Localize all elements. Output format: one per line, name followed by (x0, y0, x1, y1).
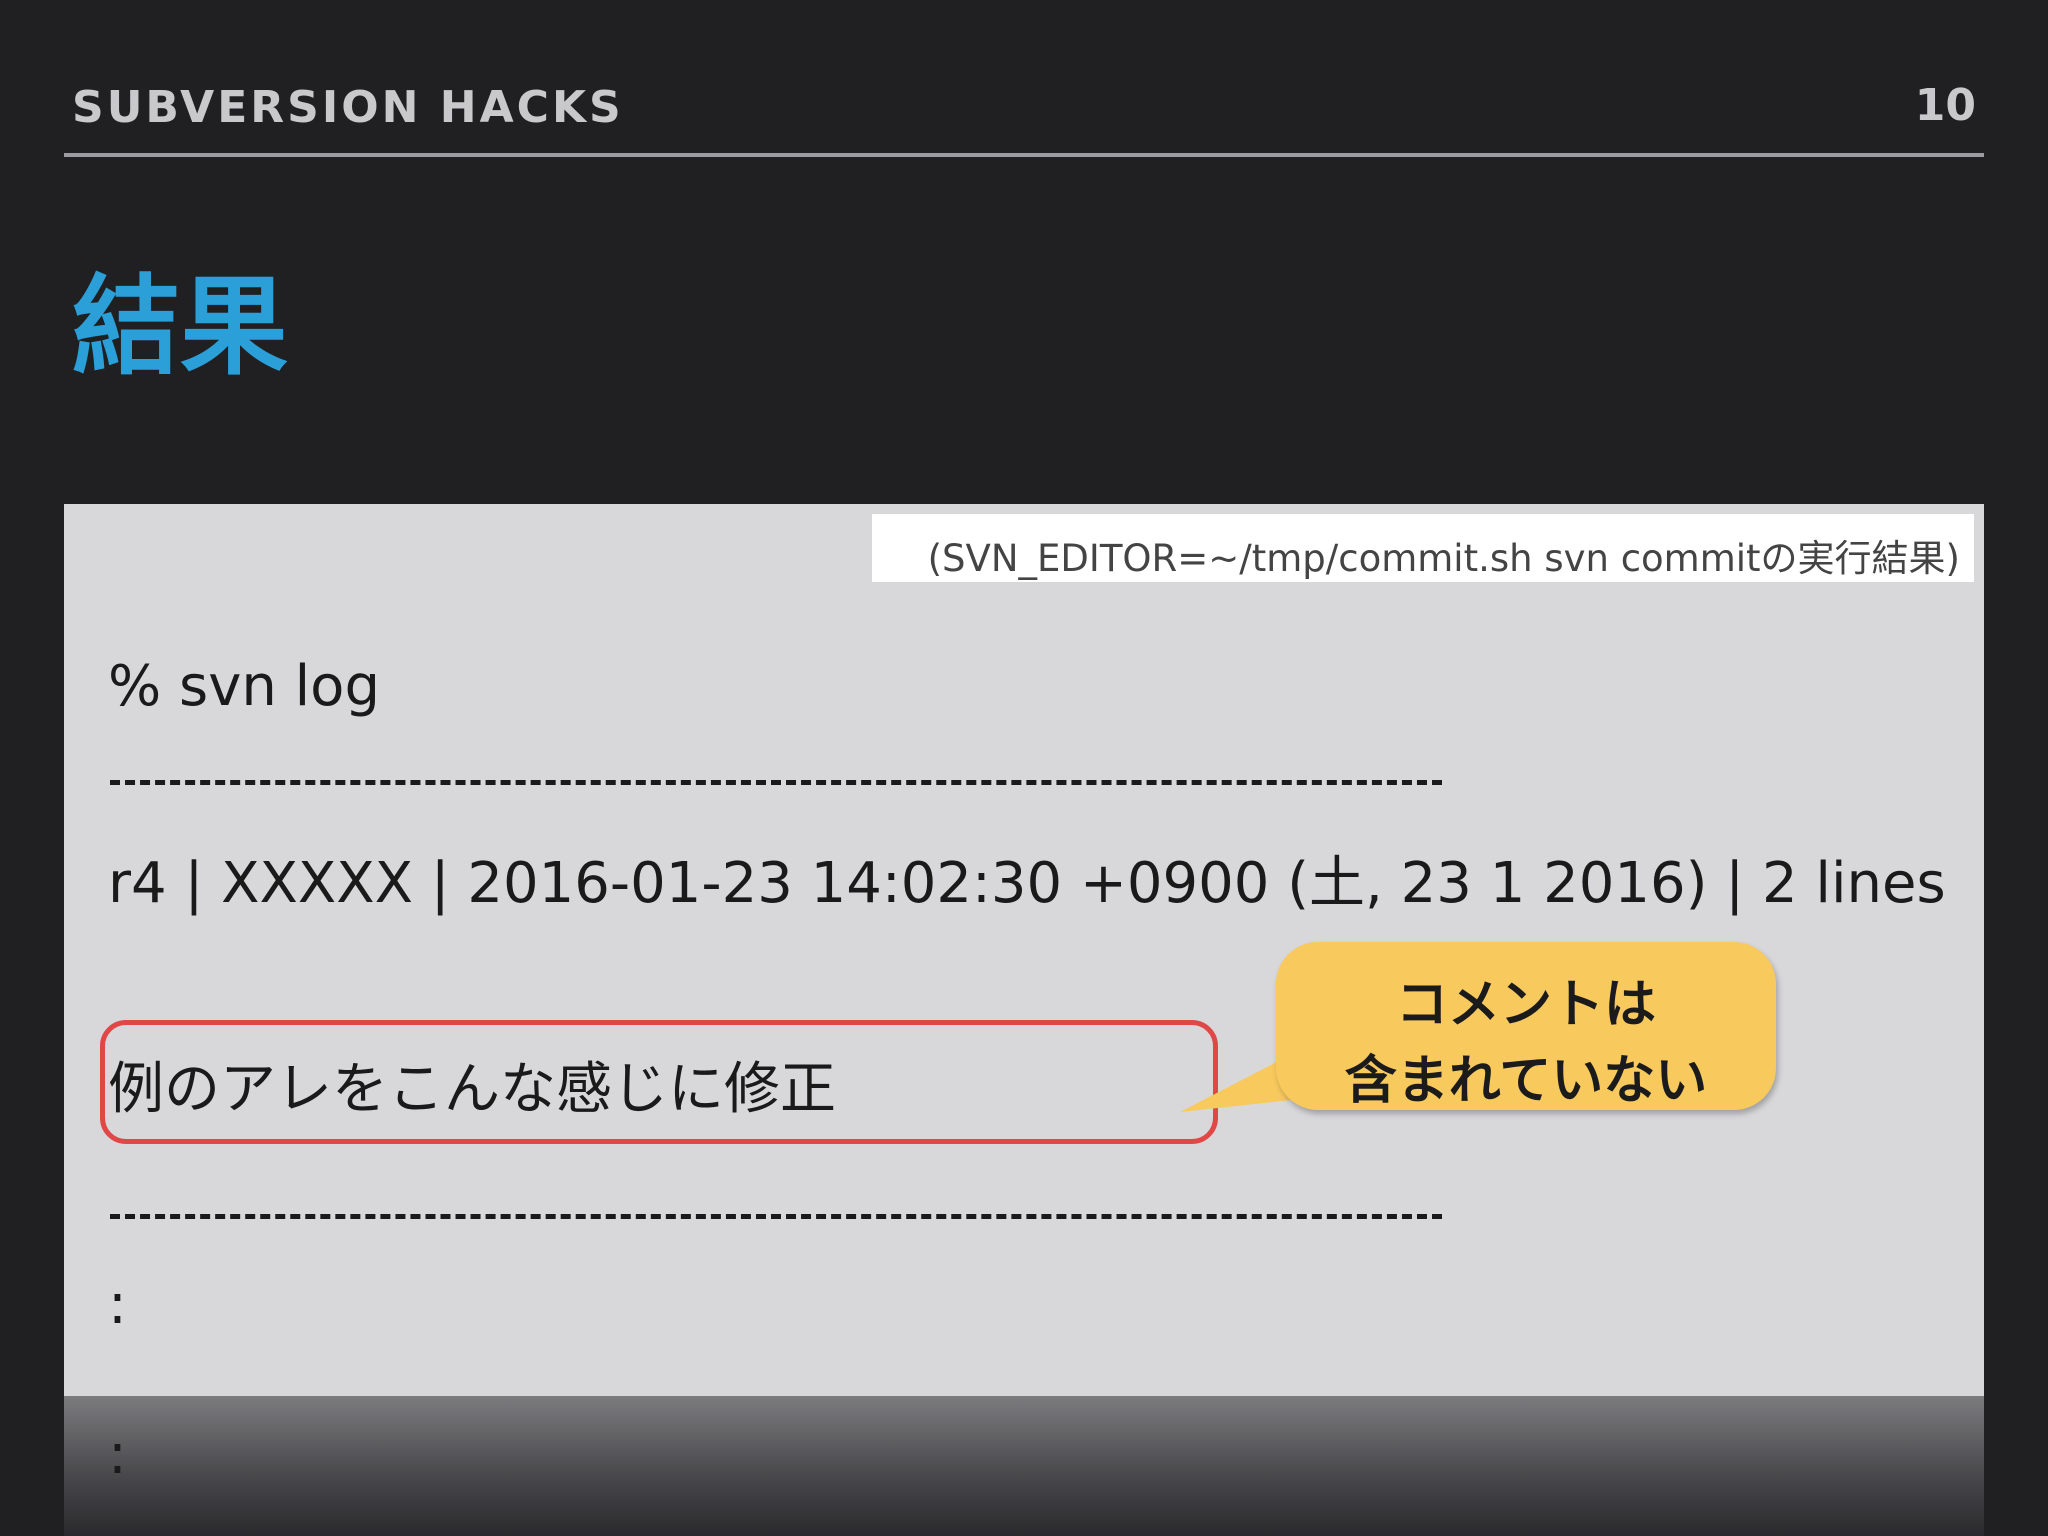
callout-line-1: コメントは (1395, 975, 1656, 1035)
header-divider (64, 153, 1984, 157)
caption-text: (SVN_EDITOR=~/tmp/commit.sh svn commitの実… (927, 537, 1960, 580)
continuation-colon-faded: : (108, 1422, 127, 1487)
command-line: % svn log (108, 654, 380, 719)
commit-message: 例のアレをこんな感じに修正 (108, 1057, 836, 1122)
slide-title: 結果 (72, 265, 289, 390)
page-number: 10 (1914, 80, 1976, 131)
fade-overlay: : (64, 1396, 1984, 1536)
header-title: SUBVERSION HACKS (72, 82, 624, 133)
slide: SUBVERSION HACKS 10 結果 (SVN_EDITOR=~/tmp… (0, 0, 2048, 1536)
separator-line-top (110, 780, 1442, 785)
continuation-colon: : (108, 1272, 127, 1337)
caption-box: (SVN_EDITOR=~/tmp/commit.sh svn commitの実… (872, 514, 1974, 582)
log-entry-line: r4 | XXXXX | 2016-01-23 14:02:30 +0900 (… (108, 851, 1946, 916)
separator-line-bottom (110, 1214, 1442, 1219)
callout-bubble: コメントは 含まれていない (1276, 942, 1776, 1111)
callout-line-2: 含まれていない (1344, 1051, 1708, 1111)
